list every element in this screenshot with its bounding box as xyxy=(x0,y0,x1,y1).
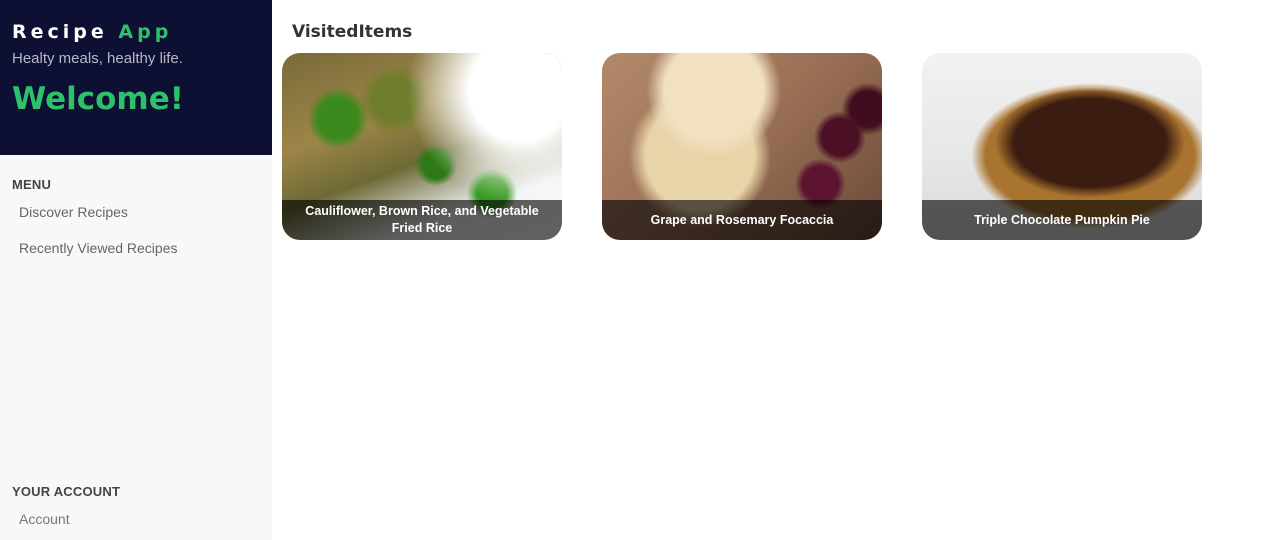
menu-item-discover-recipes[interactable]: Discover Recipes xyxy=(0,203,272,221)
app-title-main: Recipe xyxy=(12,21,108,43)
app-tagline: Healty meals, healthy life. xyxy=(12,50,183,67)
account-menu: YOUR ACCOUNT Account xyxy=(0,483,272,528)
app-title-accent: App xyxy=(118,21,173,43)
recipe-card-title: Grape and Rosemary Focaccia xyxy=(602,200,882,240)
menu-heading: MENU xyxy=(12,177,52,192)
sidebar: Recipe App Healty meals, healthy life. W… xyxy=(0,0,272,540)
app-title: Recipe App xyxy=(12,20,260,44)
recipe-card[interactable]: Triple Chocolate Pumpkin Pie xyxy=(922,53,1202,240)
menu-item-account[interactable]: Account xyxy=(0,510,272,528)
welcome-text: Welcome! xyxy=(12,81,184,117)
brand-header: Recipe App Healty meals, healthy life. W… xyxy=(0,0,272,155)
menu-item-recently-viewed[interactable]: Recently Viewed Recipes xyxy=(0,239,272,257)
recipe-card-title: Triple Chocolate Pumpkin Pie xyxy=(922,200,1202,240)
recipe-card[interactable]: Grape and Rosemary Focaccia xyxy=(602,53,882,240)
recipe-card-title: Cauliflower, Brown Rice, and Vegetable F… xyxy=(282,200,562,240)
main-menu: MENU Discover Recipes Recently Viewed Re… xyxy=(0,176,272,257)
page-title: VisitedItems xyxy=(292,22,413,42)
account-heading: YOUR ACCOUNT xyxy=(12,484,121,499)
main-content: VisitedItems Cauliflower, Brown Rice, an… xyxy=(272,0,1266,540)
recipe-card[interactable]: Cauliflower, Brown Rice, and Vegetable F… xyxy=(282,53,562,240)
